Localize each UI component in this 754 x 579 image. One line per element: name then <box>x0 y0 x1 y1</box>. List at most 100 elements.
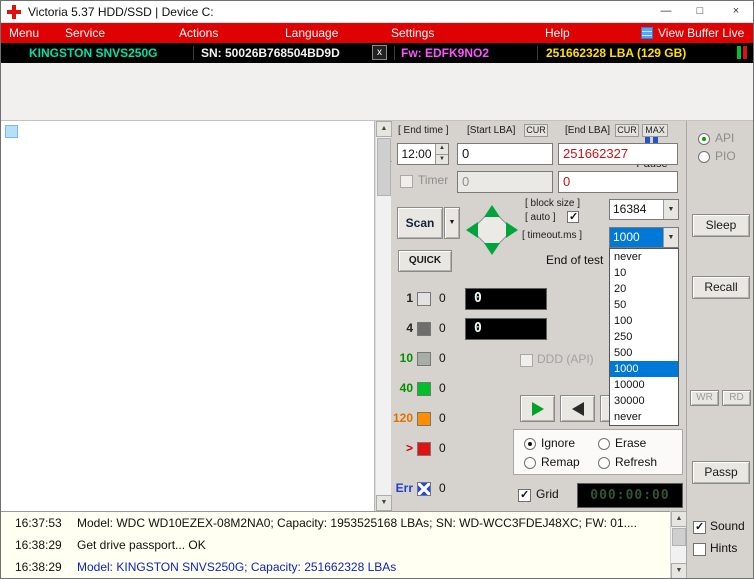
dropdown-option[interactable]: 500 <box>610 345 678 361</box>
speed-count: 0 <box>439 351 446 365</box>
sleep-button[interactable]: Sleep <box>692 214 750 237</box>
end-lba-cur-button[interactable]: CUR <box>615 124 639 137</box>
arrow-right-icon[interactable] <box>506 222 518 238</box>
right-panel <box>686 121 754 579</box>
timer-label: Timer <box>418 173 448 187</box>
menu-item-language[interactable]: Language <box>285 23 338 43</box>
recall-button[interactable]: Recall <box>692 276 750 299</box>
scan-scrollbar[interactable]: ▲ ▼ <box>375 121 391 511</box>
log-time: 16:37:53 <box>15 516 62 530</box>
scrollbar-thumb[interactable] <box>377 138 391 196</box>
arrow-down-icon[interactable] <box>484 243 500 255</box>
passp-button[interactable]: Passp <box>692 461 750 484</box>
scan-map-area <box>1 121 375 511</box>
speed-threshold-label: 4 <box>391 321 413 335</box>
scan-button[interactable]: Scan <box>397 207 443 239</box>
speed-count: 0 <box>439 321 446 335</box>
start-lba-input[interactable]: 0 <box>457 143 553 165</box>
menu-item-service[interactable]: Service <box>65 23 105 43</box>
seek-nav-cluster[interactable] <box>465 204 519 256</box>
timer-end-input[interactable]: 0 <box>558 171 678 193</box>
start-lba-cur-button[interactable]: CUR <box>524 124 548 137</box>
maximize-button[interactable]: □ <box>683 1 717 23</box>
menu-item-menu[interactable]: Menu <box>9 23 39 43</box>
close-button[interactable]: × <box>717 1 754 23</box>
timer-start-input[interactable]: 0 <box>457 171 553 193</box>
rd-button[interactable]: RD <box>722 390 751 406</box>
block-size-value: 16384 <box>610 200 663 219</box>
log-text: Model: WDC WD10EZEX-08M2NA0; Capacity: 1… <box>77 516 637 530</box>
block-size-combo[interactable]: 16384 ▼ <box>609 199 679 220</box>
menu-item-settings[interactable]: Settings <box>391 23 434 43</box>
spin-up-icon[interactable]: ▲ <box>435 144 448 154</box>
combo-arrow-icon[interactable]: ▼ <box>663 200 678 219</box>
device-capacity: 251662328 LBA (129 GB) <box>546 43 686 63</box>
arrow-up-icon[interactable] <box>484 205 500 217</box>
pio-radio[interactable] <box>698 151 710 163</box>
combo-arrow-icon[interactable]: ▼ <box>663 228 678 247</box>
arrow-left-icon[interactable] <box>466 222 478 238</box>
dropdown-option[interactable]: 50 <box>610 297 678 313</box>
timer-checkbox[interactable] <box>400 175 413 188</box>
dropdown-option-selected[interactable]: 1000 <box>610 361 678 377</box>
end-time-value: 12:00 <box>398 144 435 164</box>
grid-label: Grid <box>536 487 559 501</box>
ignore-radio[interactable] <box>524 438 536 450</box>
dropdown-option[interactable]: 30000 <box>610 393 678 409</box>
refresh-radio[interactable] <box>598 457 610 469</box>
auto-checkbox[interactable] <box>567 211 579 223</box>
elapsed-time-value: 000:00:00 <box>578 484 682 507</box>
api-radio[interactable] <box>698 133 710 145</box>
spin-down-icon[interactable]: ▼ <box>435 154 448 164</box>
pio-label: PIO <box>715 149 736 163</box>
grid-checkbox[interactable] <box>518 489 531 502</box>
scroll-up-icon[interactable]: ▲ <box>376 121 392 137</box>
log-scrollbar[interactable]: ▲ ▼ <box>670 511 686 579</box>
scrollbar-thumb[interactable] <box>672 528 686 546</box>
dropdown-option[interactable]: 100 <box>610 313 678 329</box>
divider <box>537 46 538 60</box>
start-button[interactable] <box>520 395 555 422</box>
erase-radio[interactable] <box>598 438 610 450</box>
scroll-down-icon[interactable]: ▼ <box>671 563 687 579</box>
speed-block-gray <box>417 352 431 366</box>
end-of-test-label: End of test <box>546 253 603 267</box>
hints-checkbox[interactable] <box>693 543 706 556</box>
wr-button[interactable]: WR <box>690 390 719 406</box>
minimize-button[interactable]: — <box>649 1 683 23</box>
end-time-label: [ End time ] <box>398 125 449 136</box>
log-text: Get drive passport... OK <box>77 538 206 552</box>
timeout-value: 1000 <box>610 228 663 247</box>
sound-checkbox[interactable] <box>693 521 706 534</box>
device-close-button[interactable]: x <box>372 45 387 60</box>
end-lba-input[interactable]: 251662327 <box>558 143 678 165</box>
dropdown-option[interactable]: never <box>610 409 678 425</box>
dropdown-option[interactable]: never <box>610 249 678 265</box>
quick-button[interactable]: QUICK <box>398 250 452 272</box>
back-button[interactable] <box>560 395 595 422</box>
menu-item-help[interactable]: Help <box>545 23 570 43</box>
end-lba-max-button[interactable]: MAX <box>642 124 668 137</box>
lcd-bottom-value: 0 <box>466 319 546 339</box>
buffer-grid-icon <box>641 27 653 39</box>
timeout-combo[interactable]: 1000 ▼ <box>609 227 679 248</box>
timeout-dropdown-list: never 10 20 50 100 250 500 1000 10000 30… <box>609 248 679 426</box>
speed-count: 0 <box>439 411 446 425</box>
scroll-down-icon[interactable]: ▼ <box>376 495 392 511</box>
dropdown-option[interactable]: 10 <box>610 265 678 281</box>
remap-radio[interactable] <box>524 457 536 469</box>
scan-dropdown-button[interactable]: ▼ <box>444 207 460 239</box>
menu-item-actions[interactable]: Actions <box>179 23 218 43</box>
end-time-spinner[interactable]: 12:00 ▲ ▼ <box>397 143 449 165</box>
divider <box>193 46 194 60</box>
speed-threshold-label: 10 <box>391 351 413 365</box>
ddd-api-checkbox[interactable] <box>520 354 533 367</box>
dropdown-option[interactable]: 10000 <box>610 377 678 393</box>
dropdown-option[interactable]: 250 <box>610 329 678 345</box>
dropdown-option[interactable]: 20 <box>610 281 678 297</box>
view-buffer-live-label: View Buffer Live <box>658 23 744 43</box>
scroll-up-icon[interactable]: ▲ <box>671 511 687 527</box>
speed-count: 0 <box>439 291 446 305</box>
start-lba-label: [Start LBA] <box>467 125 515 136</box>
defect-mode-panel: Ignore Erase Remap Refresh <box>513 429 683 475</box>
